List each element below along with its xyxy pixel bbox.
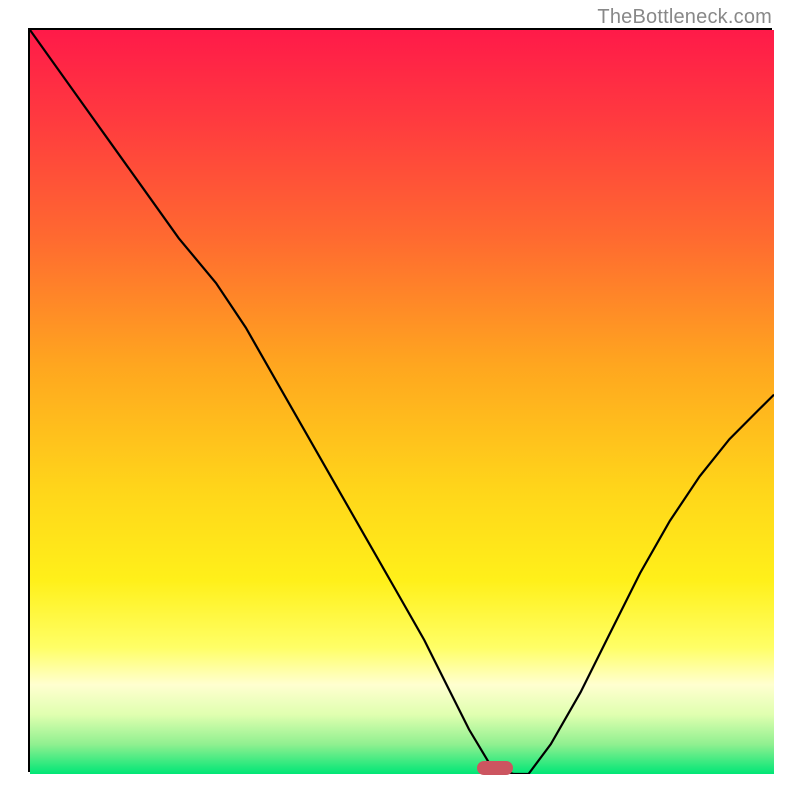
- plot-area: [28, 28, 772, 772]
- curve-line: [30, 30, 774, 774]
- chart-container: TheBottleneck.com: [0, 0, 800, 800]
- watermark-text: TheBottleneck.com: [597, 6, 772, 29]
- optimal-marker: [477, 761, 513, 775]
